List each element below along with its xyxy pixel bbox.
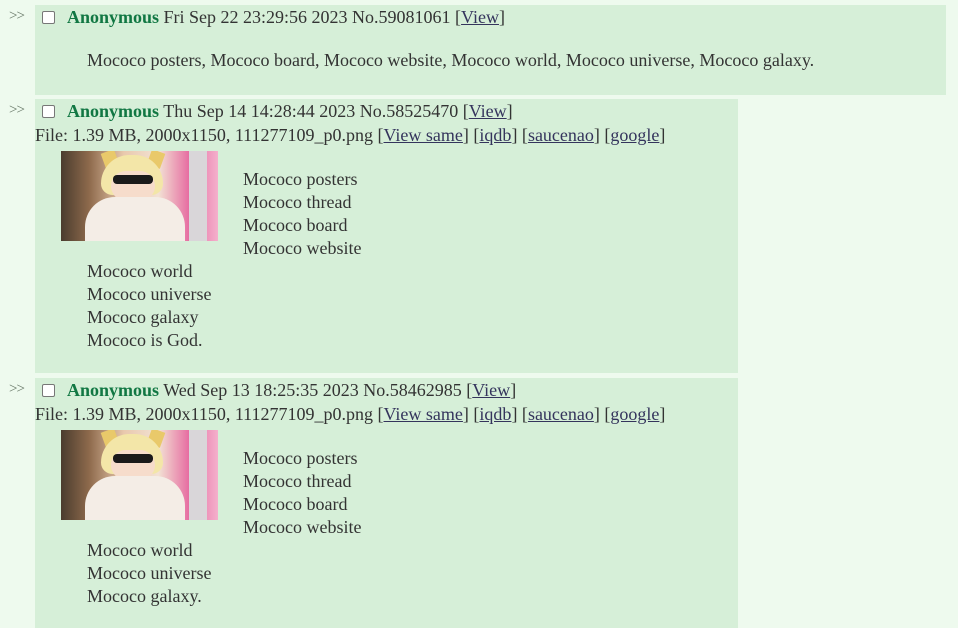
thumbnail-image[interactable]: [61, 151, 218, 241]
message-line: Mococo galaxy.: [87, 586, 202, 606]
file-info: File: 1.39 MB, 2000x1150, 111277109_p0.p…: [35, 125, 666, 145]
file-details: File: 1.39 MB, 2000x1150, 111277109_p0.p…: [35, 404, 374, 424]
file-info: File: 1.39 MB, 2000x1150, 111277109_p0.p…: [35, 404, 666, 424]
view-link[interactable]: View: [469, 101, 507, 121]
google-link[interactable]: google: [610, 404, 659, 424]
bracket: ]: [510, 380, 517, 400]
poster-name: Anonymous: [67, 101, 160, 121]
message-line: Mococo website: [243, 238, 362, 258]
bracket: ]: [506, 101, 513, 121]
post-arrows: >>: [9, 102, 25, 118]
message-line: Mococo universe: [87, 284, 212, 304]
reply-container: Anonymous Thu Sep 14 14:28:44 2023 No.58…: [35, 99, 738, 373]
message-line: Mococo website: [243, 517, 362, 537]
message-line: Mococo thread: [243, 471, 352, 491]
post-date: Thu Sep 14 14:28:44 2023: [163, 101, 356, 121]
post-header: Anonymous Fri Sep 22 23:29:56 2023 No.59…: [67, 7, 505, 27]
message-line: Mococo posters: [243, 448, 358, 468]
post-number[interactable]: No.59081061: [352, 7, 451, 27]
iqdb-link[interactable]: iqdb: [479, 404, 511, 424]
message-line: Mococo posters: [243, 169, 358, 189]
poster-name: Anonymous: [67, 7, 160, 27]
post-date: Fri Sep 22 23:29:56 2023: [163, 7, 348, 27]
bracket: ]: [498, 7, 505, 27]
view-link[interactable]: View: [472, 380, 510, 400]
post-checkbox[interactable]: [42, 11, 55, 24]
message-line: Mococo board: [243, 215, 348, 235]
view-same-link[interactable]: View same: [384, 125, 463, 145]
post-header: Anonymous Wed Sep 13 18:25:35 2023 No.58…: [67, 380, 516, 400]
thumbnail-image[interactable]: [61, 430, 218, 520]
saucenao-link[interactable]: saucenao: [528, 125, 594, 145]
post-message: Mococo posters, Mococo board, Mococo web…: [87, 50, 815, 70]
post-number[interactable]: No.58525470: [360, 101, 459, 121]
post-arrows: >>: [9, 381, 25, 397]
iqdb-link[interactable]: iqdb: [479, 125, 511, 145]
message-line: Mococo galaxy: [87, 307, 199, 327]
post-checkbox[interactable]: [42, 105, 55, 118]
message-line: Mococo is God.: [87, 330, 203, 350]
post-checkbox[interactable]: [42, 384, 55, 397]
message-line: Mococo universe: [87, 563, 212, 583]
post-arrows: >>: [9, 8, 25, 24]
reply-container: Anonymous Fri Sep 22 23:29:56 2023 No.59…: [35, 5, 946, 95]
post-header: Anonymous Thu Sep 14 14:28:44 2023 No.58…: [67, 101, 513, 121]
view-same-link[interactable]: View same: [384, 404, 463, 424]
message-line: Mococo thread: [243, 192, 352, 212]
saucenao-link[interactable]: saucenao: [528, 404, 594, 424]
view-link[interactable]: View: [461, 7, 499, 27]
google-link[interactable]: google: [610, 125, 659, 145]
message-line: Mococo world: [87, 261, 193, 281]
message-line: Mococo board: [243, 494, 348, 514]
message-line: Mococo world: [87, 540, 193, 560]
reply-container: Anonymous Wed Sep 13 18:25:35 2023 No.58…: [35, 378, 738, 628]
post-date: Wed Sep 13 18:25:35 2023: [163, 380, 359, 400]
file-details: File: 1.39 MB, 2000x1150, 111277109_p0.p…: [35, 125, 374, 145]
poster-name: Anonymous: [67, 380, 160, 400]
post-number[interactable]: No.58462985: [363, 380, 462, 400]
